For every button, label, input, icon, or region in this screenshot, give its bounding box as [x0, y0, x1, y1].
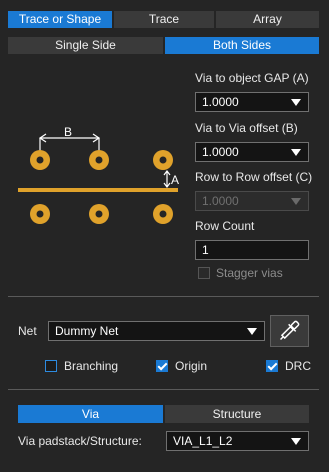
via-gap-select[interactable]: 1.0000	[195, 92, 309, 112]
eyedropper-button[interactable]	[270, 315, 309, 347]
tab-structure[interactable]: Structure	[165, 405, 309, 423]
branching-label: Branching	[64, 359, 119, 373]
origin-label: Origin	[175, 359, 208, 373]
padstack-label: Via padstack/Structure:	[18, 434, 142, 448]
tab-array[interactable]: Array	[216, 11, 319, 28]
via-gap-value: 1.0000	[202, 95, 239, 109]
via-gap-label: Via to object GAP (A)	[195, 71, 309, 85]
row-offset-value: 1.0000	[202, 194, 239, 208]
via-bottom-row	[30, 204, 173, 224]
via-spacing-diagram: B A	[18, 125, 179, 224]
via-offset-label: Via to Via offset (B)	[195, 121, 298, 135]
drc-checkbox[interactable]	[266, 360, 278, 372]
via-offset-select[interactable]: 1.0000	[195, 142, 309, 162]
via-top-row	[30, 150, 173, 170]
tab-trace-or-shape[interactable]: Trace or Shape	[8, 11, 112, 28]
padstack-select[interactable]: VIA_L1_L2	[166, 431, 309, 451]
chevron-down-icon	[291, 198, 301, 205]
dimension-a-arrow	[163, 170, 171, 188]
chevron-down-icon	[247, 328, 257, 335]
tab-both-sides[interactable]: Both Sides	[165, 37, 319, 54]
chevron-down-icon	[291, 149, 301, 156]
net-value: Dummy Net	[55, 324, 119, 338]
trace-line	[18, 188, 178, 192]
via-offset-value: 1.0000	[202, 145, 239, 159]
padstack-value: VIA_L1_L2	[173, 434, 233, 448]
row-offset-select[interactable]: 1.0000	[195, 191, 309, 211]
label-b: B	[64, 125, 72, 139]
row-count-input[interactable]: 1	[195, 240, 309, 260]
stagger-vias-label: Stagger vias	[216, 266, 283, 280]
divider	[8, 296, 319, 297]
chevron-down-icon	[291, 438, 301, 445]
tab-via[interactable]: Via	[18, 405, 163, 423]
tab-trace[interactable]: Trace	[114, 11, 214, 28]
drc-label: DRC	[285, 359, 311, 373]
branching-checkbox[interactable]	[45, 360, 57, 372]
divider	[8, 389, 319, 390]
origin-checkbox[interactable]	[156, 360, 168, 372]
net-select[interactable]: Dummy Net	[48, 321, 265, 341]
label-a: A	[171, 173, 179, 187]
tab-single-side[interactable]: Single Side	[8, 37, 163, 54]
chevron-down-icon	[291, 99, 301, 106]
row-count-label: Row Count	[195, 219, 255, 233]
eyedropper-icon	[279, 320, 300, 341]
row-offset-label: Row to Row offset (C)	[195, 170, 313, 184]
net-label: Net	[18, 324, 37, 338]
stagger-vias-checkbox[interactable]	[198, 267, 210, 279]
